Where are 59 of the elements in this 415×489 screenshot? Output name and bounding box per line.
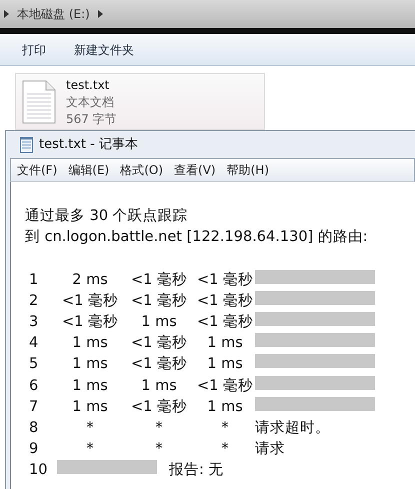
- hop-time: 1 ms: [71, 398, 109, 417]
- hop-time: <1 毫秒: [130, 398, 188, 417]
- toolbar-button[interactable]: 打印: [22, 40, 46, 58]
- hop-number: 9: [28, 440, 40, 460]
- text-line: 到 cn.logon.battle.net [122.198.64.130] 的路由:: [25, 228, 369, 248]
- hop-time: <1 毫秒: [196, 376, 254, 396]
- hop-time: <1 毫秒: [61, 292, 119, 311]
- chevron-icon[interactable]: [98, 10, 103, 18]
- notepad-icon: [20, 136, 33, 152]
- hop-time: <1 毫秒: [61, 312, 119, 332]
- text-line: 通过最多 30 个跃点跟踪: [25, 207, 189, 226]
- hop-number: 10: [28, 461, 48, 480]
- chevron-icon[interactable]: [4, 10, 9, 18]
- hop-time: 1 ms: [140, 376, 178, 396]
- menu-item[interactable]: 文件(F): [17, 161, 58, 179]
- window-title: test.txt - 记事本: [39, 136, 138, 154]
- file-item[interactable]: test.txt 文本文档 567 字节: [15, 73, 265, 130]
- hop-time: <1 毫秒: [196, 292, 254, 311]
- hop-number: 7: [28, 398, 40, 417]
- hop-time: 1 ms: [71, 376, 109, 396]
- hop-number: 8: [28, 418, 40, 438]
- file-name: test.txt: [66, 76, 110, 94]
- hop-message: 报告: 无: [168, 461, 224, 480]
- document-icon: [22, 80, 56, 124]
- hop-number: 5: [28, 355, 40, 374]
- hop-time: 1 ms: [71, 334, 109, 354]
- hop-number: 4: [28, 334, 40, 354]
- hop-time: *: [85, 440, 95, 460]
- file-type: 文本文档: [66, 94, 115, 110]
- breadcrumb-item[interactable]: 本地磁盘 (E:): [17, 5, 90, 23]
- hop-time: 2 ms: [71, 270, 109, 290]
- hop-time: 1 ms: [140, 312, 178, 332]
- hop-time: *: [85, 418, 95, 438]
- menu-item[interactable]: 格式(O): [120, 161, 164, 179]
- hop-time: <1 毫秒: [196, 312, 254, 332]
- hop-time: <1 毫秒: [196, 270, 254, 290]
- hop-number: 2: [28, 292, 40, 311]
- hop-number: 6: [28, 376, 40, 396]
- hop-time: *: [154, 440, 164, 460]
- menu-item[interactable]: 帮助(H): [226, 161, 269, 179]
- toolbar-button[interactable]: 新建文件夹: [74, 40, 134, 58]
- hop-time: *: [220, 440, 230, 460]
- hop-message: 请求超时。: [255, 418, 331, 438]
- hop-time: 1 ms: [71, 355, 109, 374]
- hop-time: <1 毫秒: [130, 334, 188, 354]
- hop-number: 3: [28, 312, 40, 332]
- hop-message: 请求: [255, 440, 286, 460]
- file-size: 567 字节: [66, 110, 117, 128]
- hop-time: 1 ms: [206, 398, 244, 417]
- hop-time: *: [220, 418, 230, 438]
- hop-time: <1 毫秒: [130, 292, 188, 311]
- hop-time: <1 毫秒: [130, 354, 188, 374]
- menu-item[interactable]: 查看(V): [174, 161, 216, 179]
- menu-item[interactable]: 编辑(E): [68, 161, 110, 179]
- hop-time: <1 毫秒: [130, 270, 188, 290]
- hop-time: 1 ms: [206, 355, 244, 374]
- hop-time: *: [154, 418, 164, 438]
- hop-number: 1: [28, 270, 40, 290]
- hop-time: 1 ms: [206, 334, 244, 354]
